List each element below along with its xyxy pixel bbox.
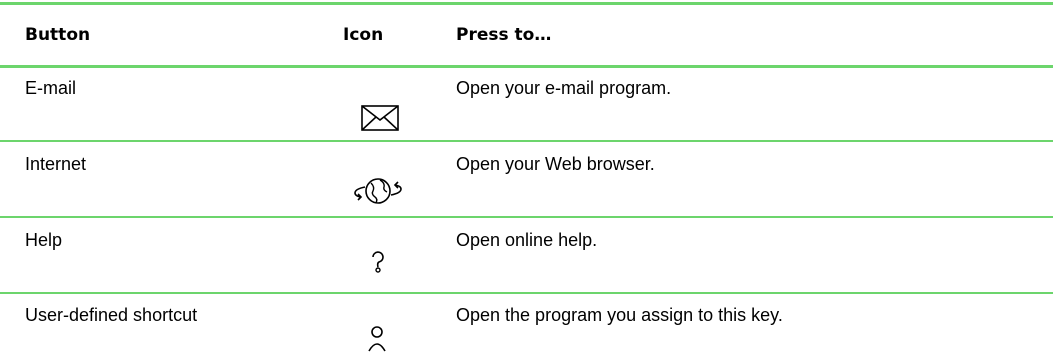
column-header-icon: Icon bbox=[343, 25, 384, 45]
row-divider bbox=[0, 216, 1053, 218]
envelope-icon bbox=[361, 105, 399, 131]
header-rule bbox=[0, 65, 1053, 68]
row-email-description: Open your e-mail program. bbox=[456, 78, 672, 98]
column-header-press-to: Press to… bbox=[456, 25, 552, 45]
row-user-shortcut-description: Open the program you assign to this key. bbox=[456, 305, 783, 325]
row-user-shortcut-button-label: User-defined shortcut bbox=[25, 305, 198, 325]
question-mark-icon bbox=[370, 250, 386, 274]
row-internet-description: Open your Web browser. bbox=[456, 154, 655, 174]
row-help-button-label: Help bbox=[25, 230, 63, 250]
row-help-description: Open online help. bbox=[456, 230, 598, 250]
row-email-button-label: E-mail bbox=[25, 78, 77, 98]
person-icon bbox=[368, 325, 386, 352]
globe-arrows-icon bbox=[349, 175, 407, 207]
row-divider bbox=[0, 140, 1053, 142]
row-divider bbox=[0, 292, 1053, 294]
row-internet-button-label: Internet bbox=[25, 154, 87, 174]
column-header-button: Button bbox=[25, 25, 91, 45]
